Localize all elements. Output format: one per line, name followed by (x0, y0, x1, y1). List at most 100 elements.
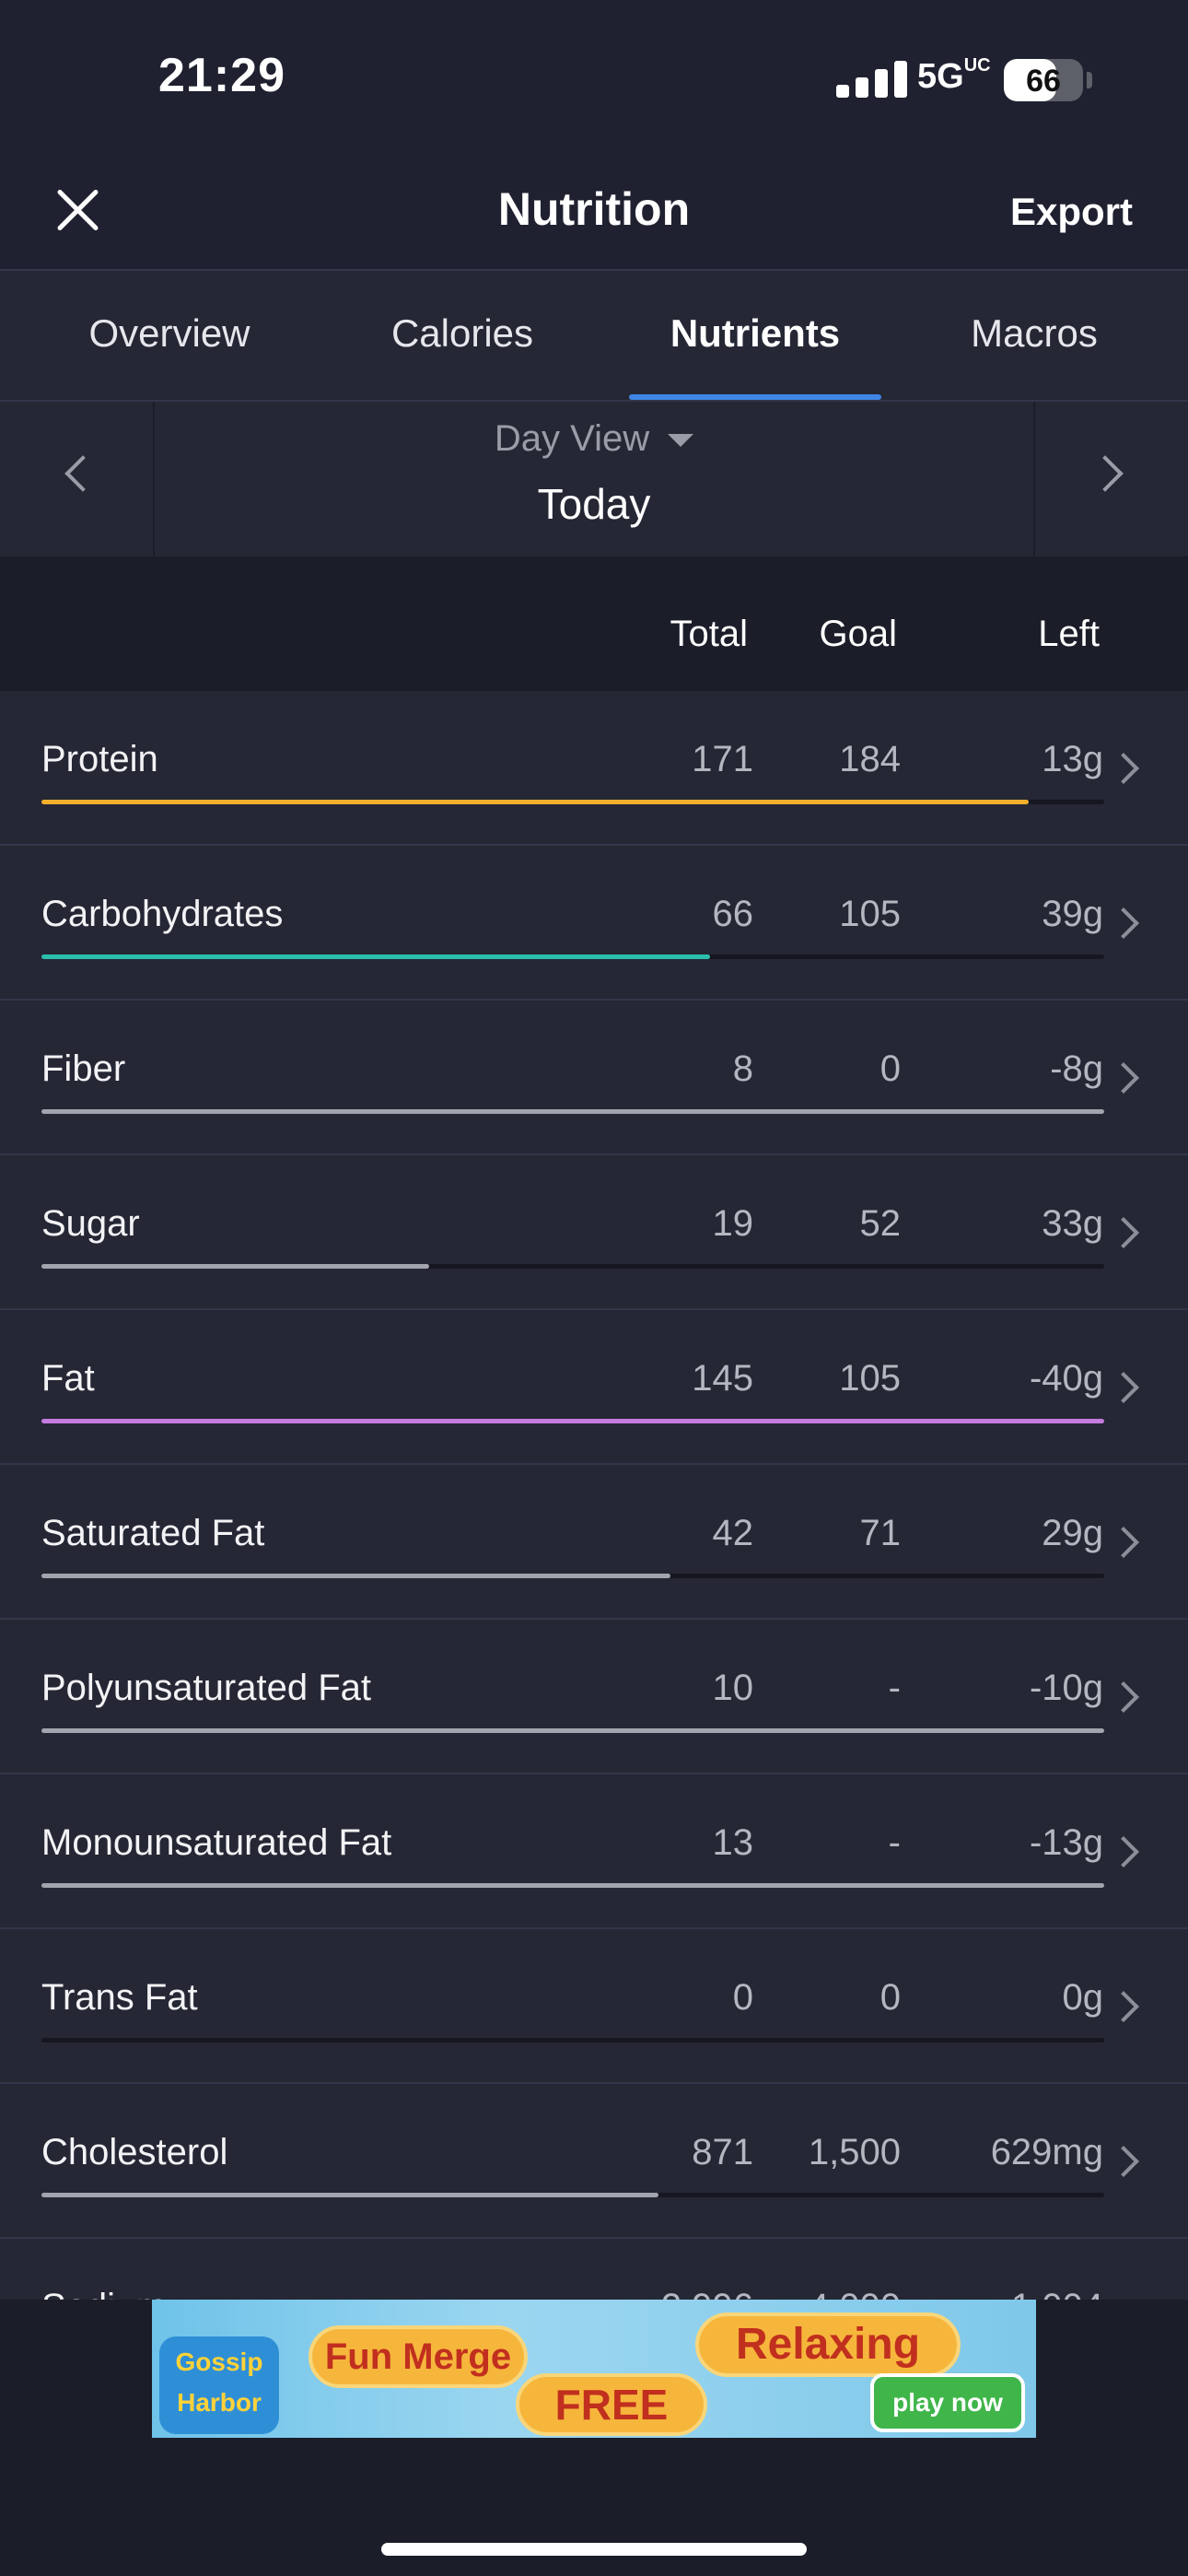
ad-area: Gossip Harbor Fun Merge FREE Relaxing pl… (0, 2300, 1188, 2576)
nutrient-name: Fiber (41, 1048, 126, 1089)
tab-nutrients[interactable]: Nutrients (629, 311, 881, 356)
nutrient-name: Polyunsaturated Fat (41, 1668, 371, 1708)
nutrient-total: 145 (692, 1358, 753, 1399)
progress-track (41, 1109, 1104, 1114)
progress-track (41, 2193, 1104, 2197)
nutrient-goal: 184 (839, 739, 901, 779)
nutrient-goal: 1,500 (808, 2132, 901, 2172)
nutrient-total: 19 (712, 1203, 754, 1244)
next-day-button[interactable] (1033, 402, 1188, 556)
progress-fill (41, 1264, 430, 1269)
chevron-right-icon (1108, 1991, 1139, 2022)
tab-bar: Overview Calories Nutrients Macros (0, 271, 1188, 402)
nutrient-total: 871 (692, 2132, 753, 2172)
battery-percent: 66 (1026, 64, 1061, 99)
nutrient-list: Protein 171 184 13g Carbohydrates 66 105 39g Fib… (0, 691, 1188, 2300)
status-time: 21:29 (158, 49, 285, 102)
chevron-right-icon (1108, 1527, 1139, 1558)
nutrient-left: -40g (1029, 1358, 1103, 1399)
ad-text-fun-merge: Fun Merge (309, 2325, 528, 2388)
progress-fill (41, 1728, 1104, 1733)
progress-track (41, 800, 1104, 804)
nutrient-goal: 4,000 (809, 2287, 901, 2300)
progress-track (41, 1419, 1104, 1423)
progress-fill (41, 1419, 1104, 1423)
nutrient-total: 10 (712, 1668, 754, 1708)
ad-play-now-button[interactable]: play now (870, 2373, 1025, 2432)
progress-track (41, 954, 1104, 959)
nutrient-row[interactable]: Fat 145 105 -40g (0, 1310, 1188, 1465)
tab-overview[interactable]: Overview (57, 311, 282, 356)
nutrient-row[interactable]: Carbohydrates 66 105 39g (0, 846, 1188, 1001)
chevron-right-icon (1108, 1836, 1139, 1868)
home-indicator (381, 2543, 807, 2556)
progress-track (41, 1264, 1104, 1269)
nutrient-total: 2,996 (661, 2287, 753, 2300)
nutrient-row[interactable]: Protein 171 184 13g (0, 691, 1188, 846)
column-left-label: Left (1038, 614, 1100, 654)
nutrient-goal: 105 (839, 1358, 901, 1399)
nutrient-goal: 0 (879, 1977, 901, 2018)
chevron-down-icon (668, 434, 694, 448)
progress-fill (41, 954, 710, 959)
nutrient-row[interactable]: Polyunsaturated Fat 10 - -10g (0, 1620, 1188, 1774)
nutrient-left: -8g (1050, 1048, 1103, 1089)
nutrient-row[interactable]: Trans Fat 0 0 0g (0, 1929, 1188, 2084)
nutrient-name: Carbohydrates (41, 894, 284, 934)
nutrient-left: 13g (1042, 739, 1103, 779)
nutrient-row[interactable]: Sodium 2,996 4,000 1,004 (0, 2239, 1188, 2300)
nutrient-total: 8 (732, 1048, 753, 1089)
ad-text-free: FREE (516, 2373, 707, 2436)
progress-track (41, 2038, 1104, 2043)
active-tab-indicator (629, 394, 881, 400)
chevron-right-icon (1108, 1681, 1139, 1713)
progress-track (41, 1574, 1104, 1578)
nutrient-left: -10g (1029, 1668, 1103, 1708)
progress-fill (41, 1883, 1104, 1888)
nutrient-row[interactable]: Saturated Fat 42 71 29g (0, 1465, 1188, 1620)
nutrient-goal: - (888, 1822, 901, 1863)
nutrient-total: 0 (732, 1977, 753, 2018)
column-header: Total Goal Left (0, 556, 1188, 693)
cellular-signal-icon (836, 61, 908, 98)
nutrient-left: 1,004 (1011, 2287, 1103, 2300)
app-header: Nutrition Export (0, 157, 1188, 271)
nutrient-name: Sodium (41, 2287, 167, 2300)
progress-fill (41, 2193, 659, 2197)
nutrient-row[interactable]: Sugar 19 52 33g (0, 1155, 1188, 1310)
nutrient-name: Monounsaturated Fat (41, 1822, 392, 1863)
chevron-right-icon (1108, 1217, 1139, 1248)
nutrient-row[interactable]: Fiber 8 0 -8g (0, 1001, 1188, 1155)
progress-fill (41, 1574, 671, 1578)
nutrient-goal: - (888, 1668, 901, 1708)
progress-track (41, 1728, 1104, 1733)
ad-logo: Gossip Harbor (159, 2336, 279, 2434)
nutrient-goal: 52 (859, 1203, 902, 1244)
nutrient-left: 0g (1062, 1977, 1104, 2018)
nutrient-row[interactable]: Cholesterol 871 1,500 629mg (0, 2084, 1188, 2239)
nutrient-left: 29g (1042, 1513, 1103, 1553)
nutrient-total: 13 (712, 1822, 754, 1863)
chevron-right-icon (1087, 455, 1124, 492)
ad-banner[interactable]: Gossip Harbor Fun Merge FREE Relaxing pl… (152, 2300, 1036, 2438)
nutrient-total: 171 (692, 739, 753, 779)
tab-macros[interactable]: Macros (949, 311, 1120, 356)
nutrient-goal: 105 (839, 894, 901, 934)
battery-icon: 66 (1004, 59, 1083, 101)
column-total-label: Total (670, 614, 749, 654)
nutrient-name: Cholesterol (41, 2132, 228, 2172)
ad-text-relaxing: Relaxing (695, 2313, 961, 2377)
day-navigator: Day View Today (0, 402, 1188, 556)
date-label: Today (537, 480, 651, 528)
tab-calories[interactable]: Calories (361, 311, 564, 356)
status-bar: 21:29 5GUC 66 (0, 0, 1188, 157)
progress-fill (41, 1109, 1104, 1114)
nutrient-goal: 0 (879, 1048, 901, 1089)
nutrient-left: 629mg (990, 2132, 1103, 2172)
view-mode-dropdown[interactable]: Day View (0, 418, 1188, 460)
nutrient-row[interactable]: Monounsaturated Fat 13 - -13g (0, 1774, 1188, 1929)
nutrient-goal: 71 (859, 1513, 902, 1553)
export-button[interactable]: Export (1010, 190, 1133, 234)
progress-fill (41, 800, 1030, 804)
chevron-right-icon (1108, 1062, 1139, 1094)
